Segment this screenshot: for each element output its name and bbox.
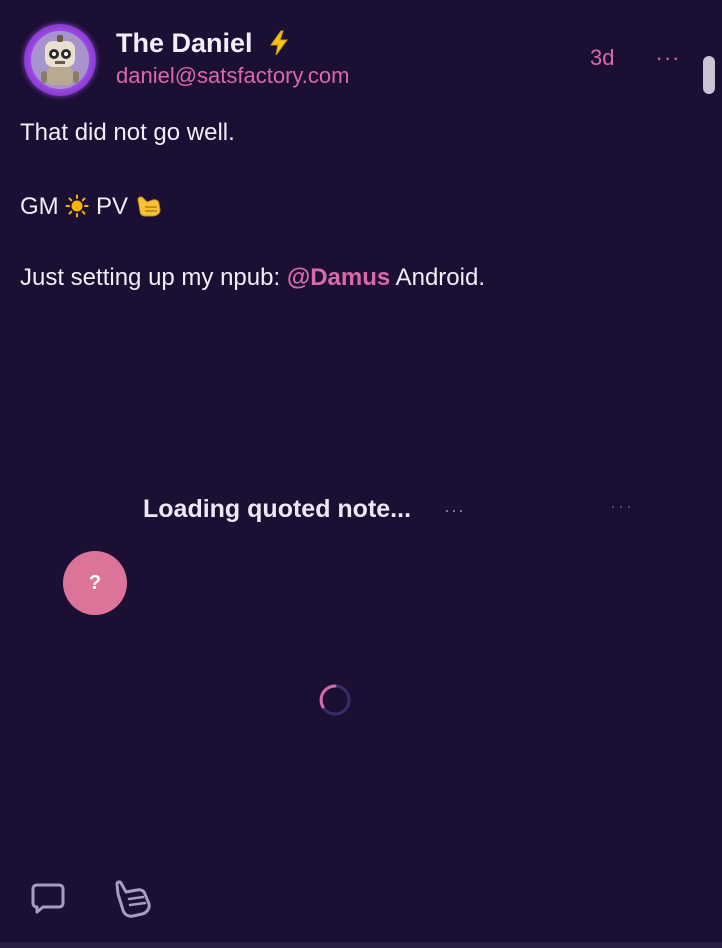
note-divider xyxy=(0,942,722,948)
loading-dots-icon: ··· xyxy=(444,500,465,520)
ellipsis-icon: ··· xyxy=(655,45,681,70)
robot-avatar-image xyxy=(31,31,89,89)
loading-spinner-icon xyxy=(319,684,351,716)
post-content-line-1: That did not go well. xyxy=(20,119,235,146)
scrollbar-thumb[interactable] xyxy=(703,56,715,94)
text-segment: Android. xyxy=(390,264,485,291)
mention-link[interactable]: @Damus xyxy=(287,264,390,291)
reply-button[interactable] xyxy=(30,880,66,916)
author-display-name[interactable]: The Daniel xyxy=(116,28,253,59)
quoted-more-dots-icon[interactable]: ··· xyxy=(610,496,634,517)
call-me-hand-emoji-icon xyxy=(137,196,161,217)
shaka-hand-icon xyxy=(115,880,151,918)
text-segment: Just setting up my npub: xyxy=(20,264,287,291)
sun-emoji-icon xyxy=(65,194,89,218)
post-content-line-2: GM PV xyxy=(20,192,163,221)
text-segment: PV xyxy=(89,193,135,220)
post-content-line-3: Just setting up my npub: @Damus Android. xyxy=(20,264,485,292)
quoted-note-loading-label: Loading quoted note... xyxy=(143,495,412,523)
author-avatar[interactable] xyxy=(24,24,96,96)
like-button[interactable] xyxy=(113,880,153,918)
post-timestamp: 3d xyxy=(590,45,615,70)
more-options-button[interactable]: ··· xyxy=(650,46,686,70)
text-segment: GM xyxy=(20,193,66,220)
author-nip05[interactable]: daniel@satsfactory.com xyxy=(116,63,349,89)
note-view: The Daniel daniel@satsfactory.com 3d ···… xyxy=(0,0,722,948)
lightning-bolt-icon xyxy=(270,30,288,56)
chat-bubble-icon xyxy=(31,883,65,914)
quoted-author-avatar-placeholder[interactable]: ? xyxy=(63,551,127,615)
